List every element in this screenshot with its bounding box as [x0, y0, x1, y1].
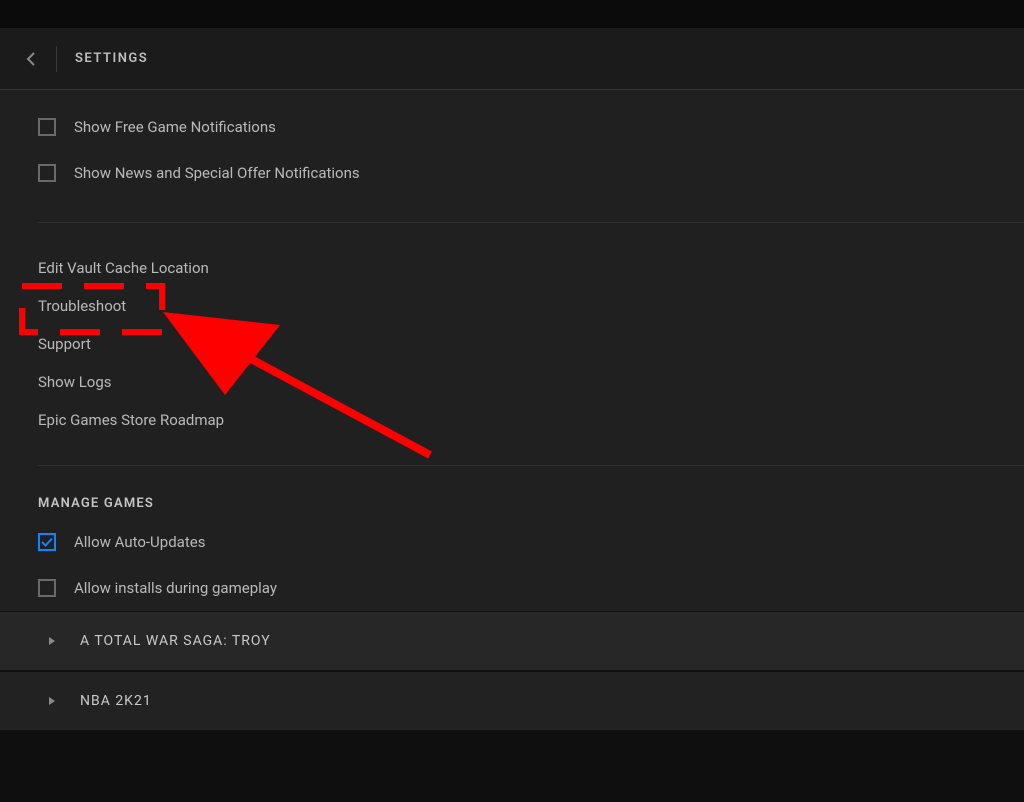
game-label-nba2k21: NBA 2K21 — [80, 693, 152, 709]
header-divider — [56, 46, 57, 72]
checkbox-installs-gameplay[interactable] — [38, 579, 56, 597]
divider-2 — [38, 465, 1024, 466]
row-installs-gameplay: Allow installs during gameplay — [38, 565, 1024, 611]
row-news-offer-notifications: Show News and Special Offer Notification… — [38, 150, 1024, 196]
chevron-left-icon — [26, 52, 36, 66]
game-label-troy: A TOTAL WAR SAGA: TROY — [80, 633, 271, 649]
section-manage-games: MANAGE GAMES — [38, 492, 1024, 519]
label-installs-gameplay: Allow installs during gameplay — [74, 579, 277, 597]
check-icon — [41, 536, 53, 548]
page-title: SETTINGS — [75, 51, 148, 66]
back-button[interactable] — [20, 48, 42, 70]
checkbox-auto-updates[interactable] — [38, 533, 56, 551]
checkbox-news-offer-notifications[interactable] — [38, 164, 56, 182]
triangle-right-icon — [48, 696, 56, 706]
link-roadmap[interactable]: Epic Games Store Roadmap — [38, 401, 1024, 439]
label-news-offer-notifications: Show News and Special Offer Notification… — [74, 164, 360, 182]
checkbox-free-game-notifications[interactable] — [38, 118, 56, 136]
settings-header: SETTINGS — [0, 28, 1024, 90]
label-auto-updates: Allow Auto-Updates — [74, 533, 205, 551]
row-free-game-notifications: Show Free Game Notifications — [38, 104, 1024, 150]
settings-content: Show Free Game Notifications Show News a… — [0, 90, 1024, 611]
link-support[interactable]: Support — [38, 325, 1024, 363]
window-top-strip — [0, 0, 1024, 28]
triangle-right-icon — [48, 636, 56, 646]
game-row-troy[interactable]: A TOTAL WAR SAGA: TROY — [0, 611, 1024, 671]
label-free-game-notifications: Show Free Game Notifications — [74, 118, 276, 136]
row-auto-updates: Allow Auto-Updates — [38, 519, 1024, 565]
link-edit-vault-cache[interactable]: Edit Vault Cache Location — [38, 249, 1024, 287]
game-row-nba2k21[interactable]: NBA 2K21 — [0, 671, 1024, 731]
divider-1 — [38, 222, 1024, 223]
link-troubleshoot[interactable]: Troubleshoot — [38, 287, 1024, 325]
link-show-logs[interactable]: Show Logs — [38, 363, 1024, 401]
